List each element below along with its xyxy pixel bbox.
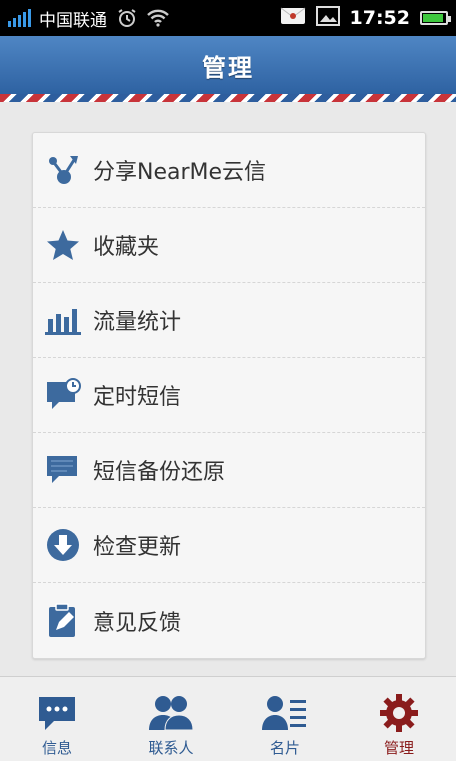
business-card-icon bbox=[262, 693, 308, 733]
screenshot-icon bbox=[315, 6, 340, 30]
menu-item-favorites[interactable]: 收藏夹 bbox=[33, 208, 425, 283]
bar-chart-icon bbox=[45, 302, 81, 338]
contacts-icon bbox=[148, 693, 194, 733]
menu-item-label: 定时短信 bbox=[93, 385, 182, 410]
status-bar: 中国联通 17:52 bbox=[0, 0, 456, 36]
page-title: 管理 bbox=[202, 53, 254, 82]
menu-item-label: 流量统计 bbox=[93, 310, 182, 335]
clock: 17:52 bbox=[349, 7, 410, 29]
menu-item-label: 分享NearMe云信 bbox=[93, 160, 267, 185]
carrier-name: 中国联通 bbox=[39, 10, 107, 31]
tab-label: 管理 bbox=[383, 739, 414, 757]
menu-item-check-update[interactable]: 检查更新 bbox=[33, 508, 425, 583]
menu-item-traffic-stats[interactable]: 流量统计 bbox=[33, 283, 425, 358]
menu-item-share-nearme[interactable]: 分享NearMe云信 bbox=[33, 133, 425, 208]
gear-icon bbox=[379, 693, 419, 733]
tab-label: 信息 bbox=[41, 739, 72, 757]
message-backup-icon bbox=[45, 452, 81, 488]
signal-icon bbox=[8, 9, 31, 27]
menu-item-sms-backup[interactable]: 短信备份还原 bbox=[33, 433, 425, 508]
share-icon bbox=[45, 152, 81, 188]
battery-icon bbox=[420, 11, 451, 25]
tab-messages[interactable]: 信息 bbox=[0, 677, 114, 761]
tab-label: 名片 bbox=[269, 739, 300, 757]
mail-icon bbox=[280, 7, 306, 29]
tab-contacts[interactable]: 联系人 bbox=[114, 677, 228, 761]
message-icon bbox=[36, 693, 78, 733]
scheduled-message-icon bbox=[45, 377, 81, 413]
feedback-icon bbox=[45, 602, 81, 639]
wifi-icon bbox=[147, 9, 169, 27]
tab-manage[interactable]: 管理 bbox=[342, 677, 456, 761]
menu-item-label: 收藏夹 bbox=[93, 235, 160, 260]
star-icon bbox=[45, 227, 81, 263]
menu-item-label: 短信备份还原 bbox=[93, 460, 226, 485]
download-icon bbox=[45, 527, 81, 563]
alarm-icon bbox=[117, 8, 137, 28]
menu-item-scheduled-sms[interactable]: 定时短信 bbox=[33, 358, 425, 433]
menu-item-label: 意见反馈 bbox=[93, 610, 182, 636]
airmail-stripe bbox=[0, 94, 456, 102]
menu-item-label: 检查更新 bbox=[93, 535, 182, 560]
bottom-nav: 信息 联系人 名片 管理 bbox=[0, 676, 456, 761]
management-menu: 分享NearMe云信 收藏夹 流量统计 定时短信 短信备份还原 检查更新 意见反… bbox=[32, 132, 426, 659]
app-header: 管理 bbox=[0, 36, 456, 94]
tab-business-card[interactable]: 名片 bbox=[228, 677, 342, 761]
menu-item-feedback[interactable]: 意见反馈 bbox=[33, 583, 425, 658]
tab-label: 联系人 bbox=[148, 739, 194, 757]
